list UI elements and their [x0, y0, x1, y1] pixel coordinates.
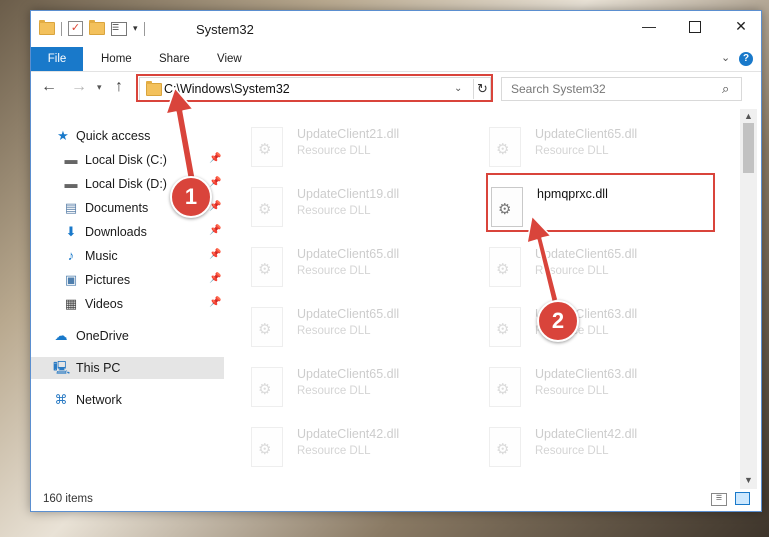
close-button[interactable]: ✕: [718, 11, 764, 41]
sidebar-item-this-pc[interactable]: 🖳 This PC: [31, 357, 224, 379]
step-1-badge: 1: [170, 176, 212, 218]
pin-icon: 📌: [209, 297, 222, 308]
download-icon: ⬇: [65, 224, 77, 239]
drive-icon: ▬: [64, 152, 78, 167]
star-icon: ★: [57, 128, 69, 143]
sidebar-item-downloads[interactable]: ⬇ Downloads 📌: [31, 221, 224, 243]
file-highlight-box: [486, 173, 715, 232]
file-item[interactable]: UpdateClient42.dll Resource DLL: [489, 423, 719, 475]
chevron-down-icon[interactable]: ⌄: [721, 51, 730, 64]
status-bar: 160 items ☰: [31, 489, 761, 511]
dll-file-icon: [251, 187, 283, 227]
folder-icon: [39, 20, 55, 35]
navigation-pane: ★ Quick access ▬ Local Disk (C:) 📌 ▬ Loc…: [31, 109, 224, 489]
sidebar-item-pictures[interactable]: ▣ Pictures 📌: [31, 269, 224, 291]
pin-icon: 📌: [209, 225, 222, 236]
search-placeholder: Search System32: [511, 82, 606, 96]
scrollbar-thumb[interactable]: [743, 123, 754, 173]
sidebar-item-onedrive[interactable]: ☁ OneDrive: [31, 325, 224, 347]
dll-file-icon: [489, 367, 521, 407]
videos-icon: ▦: [64, 296, 78, 311]
file-item[interactable]: UpdateClient65.dll Resource DLL: [489, 243, 719, 295]
window-title: System32: [196, 22, 254, 37]
ribbon-tabs: File Home Share View ⌄ ?: [31, 47, 761, 72]
up-button[interactable]: ↑: [115, 78, 123, 96]
new-folder-icon[interactable]: [89, 20, 105, 35]
maximize-button[interactable]: [672, 11, 718, 41]
sidebar-item-local-disk-c[interactable]: ▬ Local Disk (C:) 📌: [31, 149, 224, 171]
dll-file-icon: [251, 127, 283, 167]
step-2-badge: 2: [537, 300, 579, 342]
drive-icon: ▬: [64, 176, 78, 191]
search-input[interactable]: Search System32 ⌕: [501, 77, 742, 101]
vertical-scrollbar[interactable]: ▲ ▼: [740, 109, 757, 489]
quick-access-toolbar: ✓ ☰ ▾: [39, 20, 145, 36]
recent-locations-button[interactable]: ▾: [97, 82, 102, 93]
sidebar-item-quick-access[interactable]: ★ Quick access: [31, 125, 224, 147]
dll-file-icon: [251, 307, 283, 347]
file-item[interactable]: UpdateClient63.dll Resource DLL: [489, 363, 719, 415]
dll-file-icon: [489, 427, 521, 467]
tab-share[interactable]: Share: [159, 47, 190, 71]
toolbar-separator: [143, 21, 145, 36]
help-icon[interactable]: ?: [739, 52, 753, 66]
dll-file-icon: [489, 307, 521, 347]
maximize-icon: [689, 21, 701, 34]
file-list: UpdateClient21.dll Resource DLL UpdateCl…: [241, 109, 741, 489]
scroll-down-icon[interactable]: ▼: [744, 475, 753, 485]
file-item[interactable]: UpdateClient21.dll Resource DLL: [251, 123, 481, 175]
dll-file-icon: [251, 367, 283, 407]
sidebar-item-videos[interactable]: ▦ Videos 📌: [31, 293, 224, 315]
pin-icon: 📌: [209, 249, 222, 260]
scroll-up-icon[interactable]: ▲: [744, 111, 753, 121]
pictures-icon: ▣: [64, 272, 78, 287]
view-properties-icon[interactable]: ☰: [111, 21, 127, 36]
title-bar: ✓ ☰ ▾ System32 — ✕: [31, 11, 761, 47]
forward-button[interactable]: →: [71, 78, 87, 96]
tab-file[interactable]: File: [31, 47, 83, 71]
cloud-icon: ☁: [54, 328, 68, 343]
pin-icon: 📌: [209, 153, 222, 164]
file-item[interactable]: UpdateClient65.dll Resource DLL: [489, 123, 719, 175]
sidebar-item-music[interactable]: ♪ Music 📌: [31, 245, 224, 267]
file-item[interactable]: UpdateClient65.dll Resource DLL: [251, 303, 481, 355]
file-item[interactable]: UpdateClient65.dll Resource DLL: [251, 363, 481, 415]
pin-icon: 📌: [209, 273, 222, 284]
file-item[interactable]: UpdateClient42.dll Resource DLL: [251, 423, 481, 475]
file-item[interactable]: UpdateClient19.dll Resource DLL: [251, 183, 481, 235]
address-highlight-box: [136, 74, 493, 102]
dll-file-icon: [251, 247, 283, 287]
dll-file-icon: [251, 427, 283, 467]
properties-check-icon[interactable]: ✓: [68, 21, 83, 36]
large-icons-view-icon[interactable]: [735, 492, 750, 505]
tab-view[interactable]: View: [217, 47, 242, 71]
minimize-button[interactable]: —: [626, 11, 672, 41]
music-icon: ♪: [67, 248, 75, 263]
address-row: ← → ▾ ↑ C:\Windows\System32 ⌄ ↻ Search S…: [31, 72, 761, 106]
documents-icon: ▤: [64, 200, 78, 215]
pin-icon: 📌: [209, 177, 222, 188]
file-item[interactable]: UpdateClient63.dll Resource DLL: [489, 303, 719, 355]
back-button[interactable]: ←: [41, 78, 57, 96]
file-item[interactable]: UpdateClient65.dll Resource DLL: [251, 243, 481, 295]
dll-file-icon: [489, 247, 521, 287]
tab-home[interactable]: Home: [101, 47, 132, 71]
sidebar-item-network[interactable]: ⌘ Network: [31, 389, 224, 411]
dll-file-icon: [489, 127, 521, 167]
computer-icon: 🖳: [53, 360, 71, 375]
search-icon[interactable]: ⌕: [722, 81, 729, 97]
chevron-down-icon[interactable]: ▾: [133, 23, 138, 34]
network-icon: ⌘: [54, 392, 68, 407]
details-view-icon[interactable]: ☰: [711, 493, 727, 506]
file-explorer-window: ✓ ☰ ▾ System32 — ✕ File Home Share View …: [30, 10, 762, 512]
item-count: 160 items: [43, 493, 93, 505]
toolbar-separator: [61, 21, 62, 36]
